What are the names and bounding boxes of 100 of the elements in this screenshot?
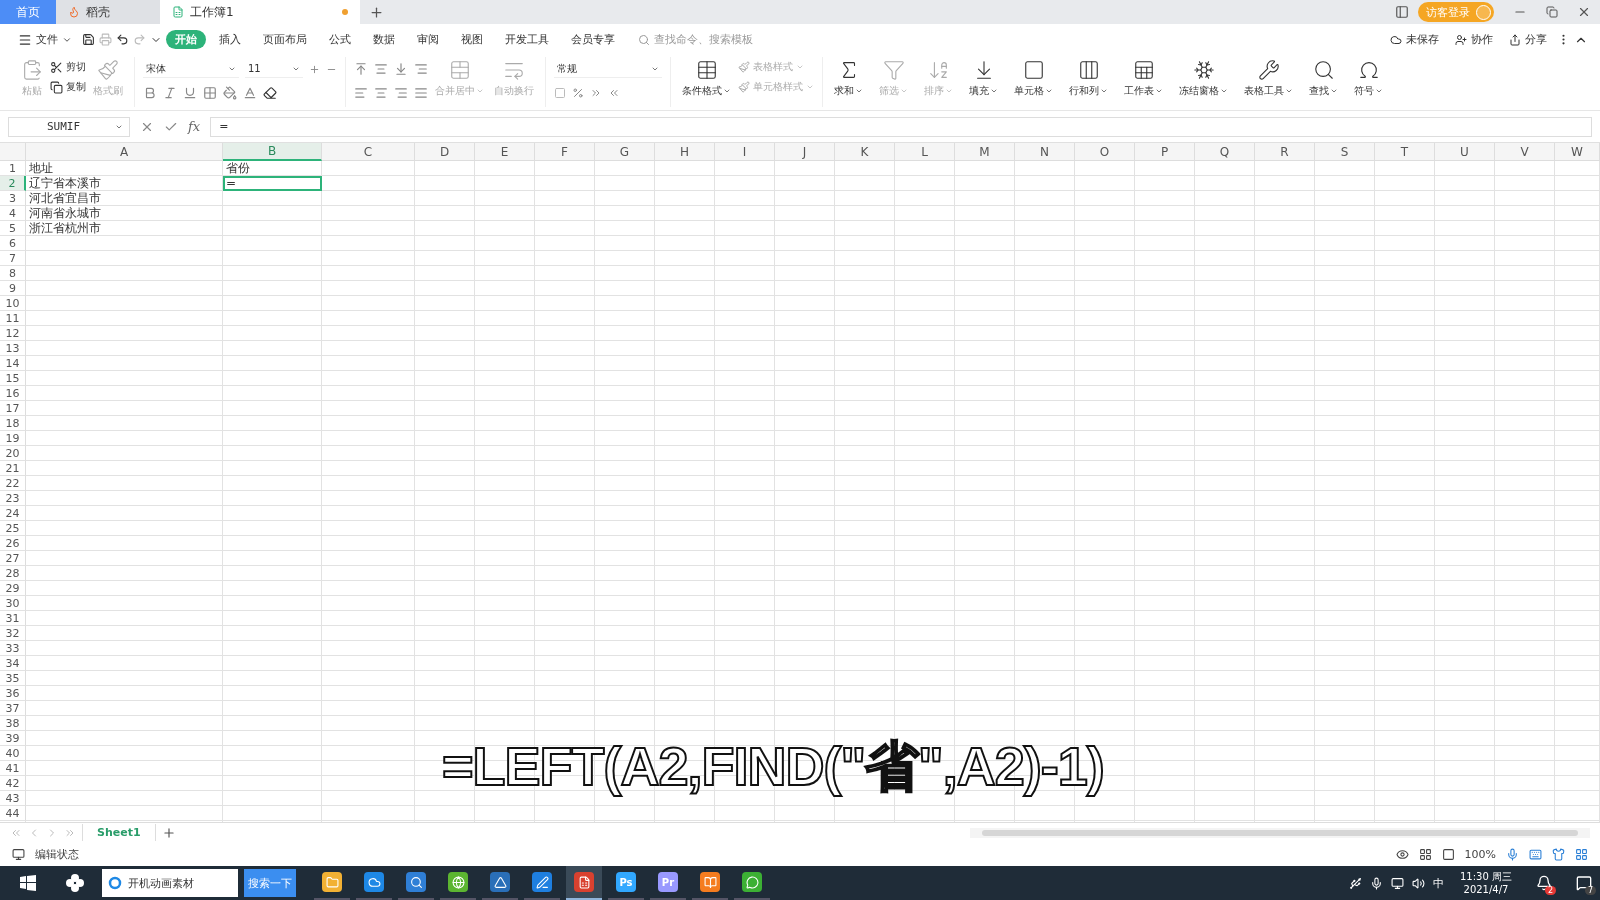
border-icon[interactable] [203, 86, 217, 100]
header-action[interactable]: 协作 [1449, 30, 1499, 49]
ribbon-tab[interactable]: 页面布局 [254, 30, 316, 49]
name-box[interactable]: SUMIF [8, 116, 130, 137]
add-sheet-icon[interactable] [161, 825, 176, 840]
ribbon-tab[interactable]: 开发工具 [496, 30, 558, 49]
row-header[interactable]: 2 [0, 176, 26, 191]
column-header[interactable]: G [595, 143, 655, 161]
redo-icon[interactable] [133, 33, 146, 46]
column-header[interactable]: E [475, 143, 535, 161]
page-view-icon[interactable] [1441, 847, 1455, 861]
column-header[interactable]: R [1255, 143, 1315, 161]
underline-icon[interactable] [183, 86, 197, 100]
column-header[interactable]: D [415, 143, 475, 161]
ribbon-tab[interactable]: 数据 [364, 30, 404, 49]
volume-icon[interactable] [1412, 876, 1425, 890]
ribbon-button[interactable]: 冻结窗格 [1176, 57, 1231, 100]
ribbon-button[interactable]: 求和 [831, 57, 866, 100]
function-button[interactable]: fx [188, 119, 201, 134]
ribbon-button[interactable]: 单元格 [1011, 57, 1056, 100]
microphone-icon[interactable] [1370, 876, 1383, 890]
italic-icon[interactable] [163, 86, 177, 100]
windows-icon[interactable] [20, 875, 36, 891]
printer-icon[interactable] [99, 33, 112, 46]
ribbon-button[interactable]: 复制 [50, 80, 86, 94]
column-header[interactable]: T [1375, 143, 1435, 161]
document-tab[interactable]: 稻壳 [56, 0, 160, 24]
notification-icon[interactable] [1576, 875, 1592, 891]
header-action[interactable]: 未保存 [1384, 30, 1445, 49]
align-center-icon[interactable] [374, 86, 388, 100]
column-header[interactable]: S [1315, 143, 1375, 161]
header-action[interactable]: 分享 [1503, 30, 1553, 49]
column-header[interactable]: Q [1195, 143, 1255, 161]
ribbon-button[interactable]: 查找 [1306, 57, 1341, 100]
formula-field[interactable]: = [210, 116, 1592, 137]
ribbon-tab[interactable]: 视图 [452, 30, 492, 49]
ribbon-tab[interactable]: 插入 [210, 30, 250, 49]
column-header[interactable]: U [1435, 143, 1495, 161]
ribbon-button[interactable]: 行和列 [1066, 57, 1111, 100]
ribbon-tab[interactable]: 公式 [320, 30, 360, 49]
column-header[interactable]: J [775, 143, 835, 161]
shirt-icon[interactable] [1552, 847, 1565, 861]
number-format-field[interactable]: 常规 [554, 60, 662, 78]
taskbar-app[interactable] [566, 866, 602, 900]
usb-icon[interactable] [1349, 876, 1362, 890]
ime-indicator[interactable]: 中 [1433, 875, 1444, 891]
align-left-icon[interactable] [354, 86, 368, 100]
grow-font-icon[interactable] [309, 63, 320, 75]
column-header[interactable]: B [223, 143, 322, 161]
ribbon-button[interactable]: 剪切 [50, 60, 86, 74]
indent-icon[interactable] [414, 62, 428, 76]
percent-icon[interactable] [572, 87, 584, 99]
zoom-level[interactable]: 100% [1464, 847, 1496, 861]
column-header[interactable]: I [715, 143, 775, 161]
align-top-icon[interactable] [354, 62, 368, 76]
clock[interactable]: 11:30 周三 2021/4/7 [1460, 870, 1512, 896]
ribbon-button[interactable]: 填充 [966, 57, 1001, 100]
decimal-increase-icon[interactable] [590, 87, 602, 99]
column-header[interactable]: V [1495, 143, 1555, 161]
column-header[interactable]: F [535, 143, 595, 161]
save-icon[interactable] [82, 33, 95, 46]
ribbon-button[interactable]: 条件格式 [679, 57, 734, 100]
align-bottom-icon[interactable] [394, 62, 408, 76]
justify-icon[interactable] [414, 86, 428, 100]
document-tab[interactable]: 工作簿1 [160, 0, 360, 24]
undo-icon[interactable] [116, 33, 129, 46]
font-color-icon[interactable] [243, 86, 257, 100]
new-tab-icon[interactable] [368, 4, 384, 20]
column-header[interactable]: M [955, 143, 1015, 161]
column-header[interactable]: K [835, 143, 895, 161]
close-icon[interactable] [1577, 5, 1591, 19]
column-header[interactable]: W [1555, 143, 1600, 161]
taskbar-search-field[interactable]: 开机动画素材 [102, 869, 238, 897]
align-right-icon[interactable] [394, 86, 408, 100]
horizontal-scrollbar[interactable] [970, 827, 1590, 838]
column-header[interactable]: A [26, 143, 223, 161]
monitor-icon[interactable] [12, 847, 25, 861]
layout-icon[interactable] [1395, 5, 1409, 19]
notes-icon[interactable] [1536, 875, 1552, 891]
file-menu[interactable]: 文件 [12, 30, 78, 49]
eraser-icon[interactable] [263, 86, 277, 100]
ribbon-button[interactable]: 符号 [1351, 57, 1386, 100]
flower-icon[interactable] [66, 874, 84, 892]
ribbon-tab[interactable]: 会员专享 [562, 30, 624, 49]
column-header[interactable]: C [322, 143, 415, 161]
decimal-decrease-icon[interactable] [608, 87, 620, 99]
column-header[interactable]: H [655, 143, 715, 161]
column-header[interactable]: L [895, 143, 955, 161]
font-name-field[interactable]: 宋体 [143, 60, 239, 78]
font-size-field[interactable]: 11 [245, 60, 303, 78]
keyboard-icon[interactable] [1529, 847, 1542, 861]
restore-icon[interactable] [1546, 6, 1558, 18]
bold-icon[interactable] [143, 86, 157, 100]
normal-view-icon[interactable] [1418, 847, 1432, 861]
column-header[interactable]: O [1075, 143, 1135, 161]
align-middle-icon[interactable] [374, 62, 388, 76]
column-header[interactable]: P [1135, 143, 1195, 161]
ribbon-button[interactable]: 工作表 [1121, 57, 1166, 100]
network-icon[interactable] [1391, 876, 1404, 890]
ribbon-button[interactable]: 表格工具 [1241, 57, 1296, 100]
